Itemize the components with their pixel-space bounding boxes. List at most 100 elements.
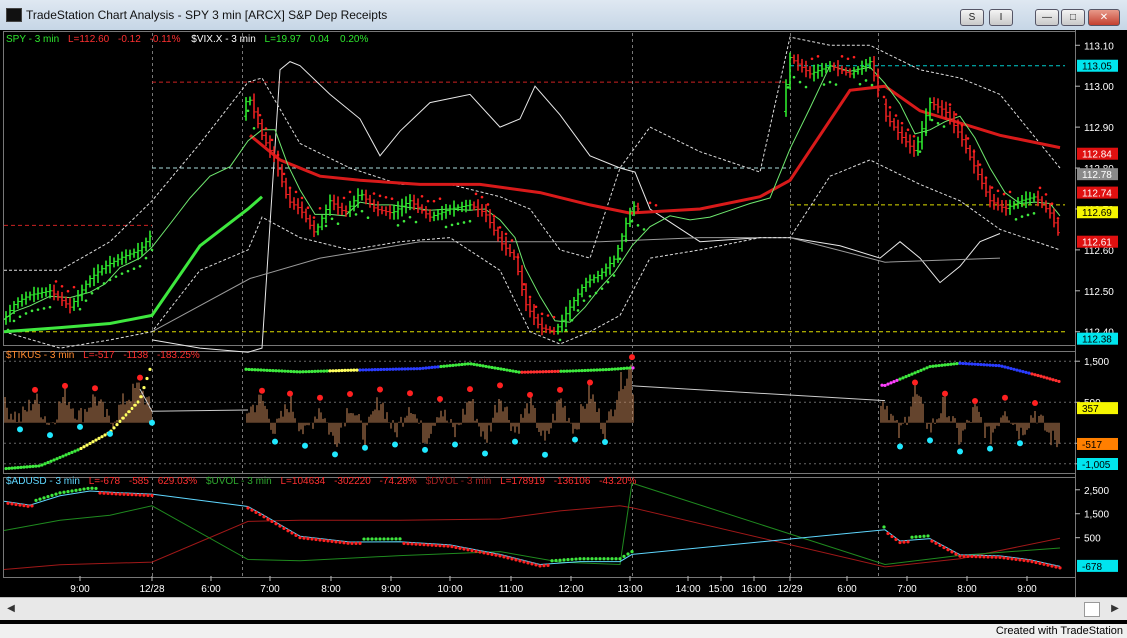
stop-dot xyxy=(600,287,604,290)
close-button[interactable]: ✕ xyxy=(1088,9,1120,26)
tikus-trend-dot xyxy=(262,368,266,372)
footer-credit: Created with TradeStation xyxy=(995,625,1123,637)
tikus-trend-dot xyxy=(616,367,620,371)
adusd-stop-dot xyxy=(910,535,914,539)
adusd-stop-dot xyxy=(518,559,522,563)
tikus-trend-dot xyxy=(136,400,140,404)
adusd-stop-dot xyxy=(510,557,514,561)
tikus-trend-dot xyxy=(1027,371,1031,375)
tikus-trend-dot xyxy=(424,366,428,370)
adusd-stop-dot xyxy=(1014,557,1018,561)
horizontal-scrollbar[interactable]: ◀ ▶ xyxy=(0,597,1127,620)
x-tick-label: 13:00 xyxy=(617,584,642,595)
adusd-stop-dot xyxy=(426,543,430,547)
maximize-button[interactable]: □ xyxy=(1061,9,1085,26)
adusd-stop-dot xyxy=(618,557,622,561)
adusd-stop-dot xyxy=(302,536,306,540)
scroll-right-arrow-icon[interactable]: ▶ xyxy=(1108,602,1122,616)
tikus-pivot-high-dot xyxy=(1032,400,1038,407)
stop-dot xyxy=(1038,186,1042,190)
adusd-stop-dot xyxy=(522,560,526,564)
adusd-stop-dot xyxy=(338,540,342,544)
stop-dot xyxy=(354,213,358,216)
tikus-trend-dot xyxy=(529,370,533,374)
tikus-trend-dot xyxy=(547,369,551,374)
adusd-stop-dot xyxy=(98,491,102,495)
tikus-trend-dot xyxy=(925,366,929,370)
adusd-stop-dot xyxy=(410,542,414,546)
tikus-trend-dot xyxy=(97,436,101,440)
tikus-trend-dot xyxy=(553,369,557,374)
symbol-link-i-button[interactable]: I xyxy=(989,9,1013,26)
symbol-link-s-button[interactable]: S xyxy=(960,9,984,26)
stop-dot xyxy=(246,109,250,113)
adusd-stop-dot xyxy=(106,491,110,496)
adusd-stop-dot xyxy=(966,554,970,558)
tikus-pivot-high-dot xyxy=(587,379,593,386)
adusd-stop-dot xyxy=(54,492,58,496)
dvol-legend-change: -136106 xyxy=(554,476,591,487)
stop-dot xyxy=(1020,215,1024,218)
tradestation-app-icon xyxy=(6,8,22,22)
adusd-stop-dot xyxy=(498,554,502,558)
tikus-trend-dot xyxy=(58,455,62,460)
tikus-trend-dot xyxy=(988,363,992,367)
tikus-trend-dot xyxy=(559,369,563,373)
tikus-pivot-high-dot xyxy=(92,385,98,392)
stop-dot xyxy=(264,127,268,130)
adusd-stop-dot xyxy=(922,534,926,538)
adusd-stop-dot xyxy=(350,541,354,546)
stop-dot xyxy=(36,308,40,311)
tikus-pivot-low-dot xyxy=(392,441,398,448)
x-tick-label: 6:00 xyxy=(201,584,221,595)
spy-legend-change: -0.12 xyxy=(118,34,141,45)
adusd-stop-dot xyxy=(394,537,398,541)
adusd-stop-dot xyxy=(898,540,902,545)
tikus-trend-dot xyxy=(883,383,887,388)
adusd-stop-dot xyxy=(94,486,98,491)
tikus-pivot-high-dot xyxy=(497,382,503,389)
adusd-stop-dot xyxy=(146,493,150,497)
minimize-button[interactable]: — xyxy=(1035,9,1059,26)
scroll-thumb[interactable] xyxy=(1084,602,1100,617)
tikus-pivot-low-dot xyxy=(77,423,83,430)
stop-dot xyxy=(966,137,970,140)
adusd-stop-dot xyxy=(266,517,270,521)
adusd-stop-dot xyxy=(470,548,474,553)
stop-dot xyxy=(954,113,958,116)
tikus-trend-dot xyxy=(121,416,125,420)
tikus-trend-dot xyxy=(1042,375,1046,379)
chart-area[interactable]: 113.10113.00112.90112.80112.70112.60112.… xyxy=(0,30,1127,597)
tikus-trend-dot xyxy=(148,367,152,371)
tikus-y-tick-label: 1,500 xyxy=(1084,357,1109,368)
tikus-trend-dot xyxy=(583,368,587,373)
tikus-pivot-high-dot xyxy=(62,382,68,389)
adusd-stop-dot xyxy=(250,508,254,512)
stop-dot xyxy=(396,224,400,227)
tikus-trend-dot xyxy=(901,376,905,380)
adusd-stop-dot xyxy=(134,493,138,497)
tikus-trend-dot xyxy=(328,369,332,373)
stop-dot xyxy=(840,55,844,58)
tikus-trend-dot xyxy=(997,364,1001,368)
spy-legend-last: L=112.60 xyxy=(68,34,110,45)
tikus-trend-dot xyxy=(22,465,26,469)
adusd-stop-dot xyxy=(998,555,1002,559)
tikus-trend-dot xyxy=(1021,370,1025,374)
breadth-y-tick-label: 1,500 xyxy=(1084,510,1109,521)
adusd-stop-dot xyxy=(914,535,918,539)
tikus-trend-dot xyxy=(550,369,554,374)
tikus-pivot-high-dot xyxy=(972,398,978,405)
stop-dot xyxy=(588,294,592,298)
tikus-trend-dot xyxy=(931,364,935,368)
stop-dot xyxy=(606,280,610,284)
title-bar[interactable]: TradeStation Chart Analysis - SPY 3 min … xyxy=(0,0,1127,31)
stop-dot xyxy=(468,219,472,223)
stop-dot xyxy=(990,186,994,189)
adusd-stop-dot xyxy=(906,540,910,544)
tikus-pivot-low-dot xyxy=(272,438,278,445)
adusd-stop-dot xyxy=(78,488,82,492)
scroll-left-arrow-icon[interactable]: ◀ xyxy=(4,602,18,616)
adusd-stop-dot xyxy=(586,557,590,561)
adusd-stop-dot xyxy=(90,486,94,490)
